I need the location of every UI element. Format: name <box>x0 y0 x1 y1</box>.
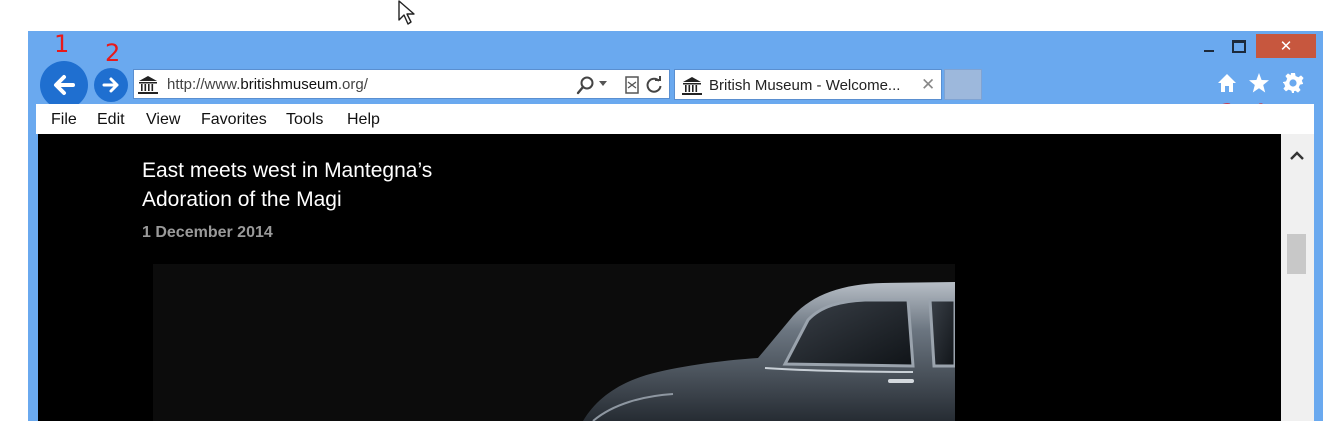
annotation-number: 2 <box>105 39 121 67</box>
menu-view[interactable]: View <box>146 111 180 129</box>
web-page-content: East meets west in Mantegna’s Adoration … <box>38 134 1281 421</box>
minimize-button[interactable] <box>1196 34 1222 58</box>
annotation-number: 1 <box>54 30 70 58</box>
vintage-car-image <box>583 282 955 421</box>
new-tab-button[interactable] <box>944 69 982 100</box>
headline-line-2: Adoration of the Magi <box>142 188 342 211</box>
menu-bar: File Edit View Favorites Tools Help <box>36 104 1314 134</box>
search-icon[interactable] <box>576 75 596 95</box>
refresh-icon[interactable] <box>644 75 664 95</box>
vertical-scrollbar[interactable] <box>1281 134 1314 421</box>
close-window-button[interactable]: ✕ <box>1256 34 1316 58</box>
article-date: 1 December 2014 <box>142 224 273 241</box>
compatibility-view-icon[interactable] <box>624 76 640 94</box>
article-headline[interactable]: East meets west in Mantegna’s Adoration … <box>142 156 542 214</box>
browser-window: ✕ http://www.britishmuseum.org/ British … <box>28 31 1323 421</box>
arrow-left-icon <box>54 75 75 95</box>
minimize-icon <box>1204 50 1214 52</box>
url-text[interactable]: http://www.britishmuseum.org/ <box>167 76 368 93</box>
forward-button[interactable] <box>94 68 128 102</box>
menu-help[interactable]: Help <box>347 111 380 129</box>
close-icon: ✕ <box>1279 38 1293 55</box>
star-icon[interactable] <box>1247 71 1271 95</box>
gear-icon[interactable] <box>1281 71 1305 95</box>
chevron-up-icon[interactable] <box>1287 146 1307 166</box>
tab-title: British Museum - Welcome... <box>709 77 901 94</box>
browser-tab[interactable]: British Museum - Welcome... ✕ <box>674 69 942 100</box>
article-hero-image[interactable] <box>153 264 955 421</box>
maximize-icon <box>1232 39 1246 53</box>
museum-favicon-icon <box>682 77 702 95</box>
headline-line-1: East meets west in Mantegna’s <box>142 159 433 182</box>
address-bar[interactable]: http://www.britishmuseum.org/ <box>133 69 670 99</box>
close-tab-icon[interactable]: ✕ <box>921 75 935 95</box>
scrollbar-thumb[interactable] <box>1287 234 1306 274</box>
arrow-right-icon <box>102 77 119 93</box>
menu-favorites[interactable]: Favorites <box>201 111 267 129</box>
maximize-button[interactable] <box>1224 34 1254 58</box>
search-dropdown-icon[interactable] <box>599 81 607 86</box>
url-prefix: http://www. <box>167 76 241 93</box>
home-icon[interactable] <box>1215 71 1239 95</box>
menu-edit[interactable]: Edit <box>97 111 125 129</box>
menu-tools[interactable]: Tools <box>286 111 323 129</box>
back-button[interactable] <box>40 61 88 109</box>
menu-file[interactable]: File <box>51 111 77 129</box>
page-top-area <box>0 0 1329 28</box>
url-domain: britishmuseum <box>240 76 338 93</box>
museum-favicon-icon <box>138 76 158 94</box>
mouse-cursor-icon <box>398 0 415 25</box>
url-suffix: .org/ <box>337 76 368 93</box>
